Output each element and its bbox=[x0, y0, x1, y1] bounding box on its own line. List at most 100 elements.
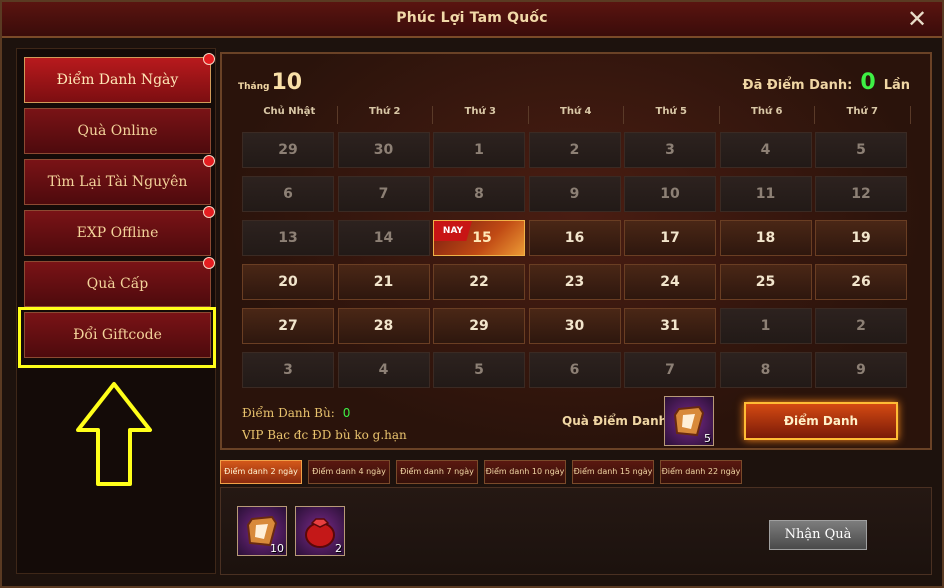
tab-checkin-4-days[interactable]: Điểm danh 4 ngày bbox=[308, 460, 390, 484]
calendar-day[interactable]: 29 bbox=[242, 132, 334, 168]
calendar-day[interactable]: 27 bbox=[242, 308, 334, 344]
sidebar-item-online-gift[interactable]: Quà Online bbox=[24, 108, 211, 154]
tab-checkin-7-days[interactable]: Điểm danh 7 ngày bbox=[396, 460, 478, 484]
calendar-day[interactable]: 24 bbox=[624, 264, 716, 300]
calendar-day[interactable]: 25 bbox=[719, 264, 812, 300]
day-number: 28 bbox=[373, 318, 394, 334]
up-arrow-icon bbox=[76, 382, 152, 486]
calendar-day[interactable]: 19 bbox=[815, 220, 907, 256]
calendar-day[interactable]: 9 bbox=[528, 176, 621, 212]
day-number: 4 bbox=[760, 142, 771, 158]
checkin-panel: Tháng10 Đã Điểm Danh: 0 Lần Chủ Nhật Thứ 2T… bbox=[220, 52, 932, 450]
vip-note: VIP Bạc đc ĐD bù ko g.hạn bbox=[242, 428, 407, 442]
day-number: 9 bbox=[856, 362, 866, 378]
weekday-label: Chủ Nhật bbox=[242, 106, 338, 124]
calendar-day[interactable]: 2 bbox=[815, 308, 907, 344]
close-icon[interactable]: ✕ bbox=[904, 6, 930, 32]
day-number: 15 bbox=[472, 230, 492, 246]
day-number: 12 bbox=[851, 186, 871, 202]
calendar-day[interactable]: 23 bbox=[528, 264, 621, 300]
tab-checkin-22-days[interactable]: Điểm danh 22 ngày bbox=[660, 460, 742, 484]
calendar-day[interactable]: 30 bbox=[528, 308, 621, 344]
day-number: 22 bbox=[469, 274, 489, 290]
calendar-day[interactable]: 3 bbox=[242, 352, 334, 388]
claim-reward-button[interactable]: Nhận Quà bbox=[769, 520, 867, 550]
month-label: Tháng bbox=[238, 82, 270, 92]
calendar-day[interactable]: 9 bbox=[815, 352, 907, 388]
tab-checkin-2-days[interactable]: Điểm danh 2 ngày bbox=[220, 460, 302, 484]
tab-checkin-10-days[interactable]: Điểm danh 10 ngày bbox=[484, 460, 566, 484]
calendar-day[interactable]: 16 bbox=[528, 220, 621, 256]
day-number: 11 bbox=[755, 186, 776, 202]
tab-checkin-15-days[interactable]: Điểm danh 15 ngày bbox=[572, 460, 654, 484]
day-number: 23 bbox=[564, 274, 585, 290]
calendar-day[interactable]: 7 bbox=[337, 176, 430, 212]
calendar-day[interactable]: 31 bbox=[624, 308, 716, 344]
day-number: 27 bbox=[278, 318, 298, 334]
day-number: 3 bbox=[665, 142, 675, 158]
day-number: 7 bbox=[378, 186, 389, 202]
sidebar-item-level-gift[interactable]: Quà Cấp bbox=[24, 257, 215, 307]
day-number: 3 bbox=[283, 362, 293, 378]
calendar-day[interactable]: 28 bbox=[337, 308, 430, 344]
calendar-day-today[interactable]: NAY 15 bbox=[433, 220, 525, 256]
notification-dot-icon bbox=[203, 206, 215, 218]
sidebar-item-label: Tìm Lại Tài Nguyên bbox=[47, 174, 188, 190]
day-number: 29 bbox=[469, 318, 489, 334]
day-number: 6 bbox=[283, 186, 293, 202]
sidebar-item-giftcode[interactable]: Đổi Giftcode bbox=[24, 312, 211, 358]
calendar-day[interactable]: 6 bbox=[528, 352, 621, 388]
calendar-day[interactable]: 2 bbox=[528, 132, 621, 168]
item-count: 2 bbox=[335, 542, 342, 555]
reward-item-pouch[interactable]: 2 bbox=[295, 506, 345, 556]
calendar-day[interactable]: 20 bbox=[242, 264, 334, 300]
calendar-day[interactable]: 13 bbox=[242, 220, 334, 256]
calendar-day[interactable]: 22 bbox=[433, 264, 525, 300]
calendar-day[interactable]: 3 bbox=[624, 132, 716, 168]
notification-dot-icon bbox=[203, 155, 215, 167]
calendar-day[interactable]: 11 bbox=[719, 176, 812, 212]
calendar-day[interactable]: 17 bbox=[624, 220, 716, 256]
calendar-day[interactable]: 1 bbox=[433, 132, 525, 168]
day-number: 17 bbox=[660, 230, 680, 246]
notification-dot-icon bbox=[203, 257, 215, 269]
calendar-day[interactable]: 18 bbox=[719, 220, 812, 256]
notification-dot-icon bbox=[203, 53, 215, 65]
sidebar-item-resource-recovery[interactable]: Tìm Lại Tài Nguyên bbox=[24, 155, 215, 205]
calendar-day[interactable]: 26 bbox=[815, 264, 907, 300]
day-number: 4 bbox=[378, 362, 389, 378]
sidebar-item-label: Quà Online bbox=[77, 123, 158, 139]
weekday-label: Thứ 2 bbox=[338, 106, 433, 124]
calendar-day[interactable]: 8 bbox=[719, 352, 812, 388]
day-number: 29 bbox=[278, 142, 298, 158]
day-number: 2 bbox=[569, 142, 580, 158]
calendar-day[interactable]: 29 bbox=[433, 308, 525, 344]
day-number: 13 bbox=[278, 230, 298, 246]
day-number: 1 bbox=[474, 142, 484, 158]
calendar-day[interactable]: 6 bbox=[242, 176, 334, 212]
day-number: 8 bbox=[760, 362, 771, 378]
title-bar: Phúc Lợi Tam Quốc ✕ bbox=[2, 2, 942, 38]
calendar-day[interactable]: 8 bbox=[433, 176, 525, 212]
calendar-day[interactable]: 30 bbox=[337, 132, 430, 168]
calendar-day[interactable]: 4 bbox=[337, 352, 430, 388]
month-display: Tháng10 bbox=[238, 70, 302, 95]
reward-item-scroll[interactable]: 10 bbox=[237, 506, 287, 556]
sidebar-item-label: Quà Cấp bbox=[86, 276, 149, 292]
checkin-button[interactable]: Điểm Danh bbox=[744, 402, 898, 440]
calendar-day[interactable]: 14 bbox=[337, 220, 430, 256]
checkin-reward-item[interactable]: 5 bbox=[664, 396, 714, 446]
calendar-day[interactable]: 10 bbox=[624, 176, 716, 212]
calendar-day[interactable]: 12 bbox=[815, 176, 907, 212]
calendar-day[interactable]: 1 bbox=[719, 308, 812, 344]
calendar-day[interactable]: 5 bbox=[433, 352, 525, 388]
calendar-day[interactable]: 21 bbox=[337, 264, 430, 300]
calendar-day[interactable]: 4 bbox=[719, 132, 812, 168]
sidebar-item-exp-offline[interactable]: EXP Offline bbox=[24, 206, 215, 256]
calendar-day[interactable]: 7 bbox=[624, 352, 716, 388]
item-count: 10 bbox=[270, 542, 284, 555]
sidebar-item-daily-checkin[interactable]: Điểm Danh Ngày bbox=[24, 53, 215, 103]
calendar-day[interactable]: 5 bbox=[815, 132, 907, 168]
day-number: 30 bbox=[564, 318, 585, 334]
day-number: 5 bbox=[856, 142, 866, 158]
